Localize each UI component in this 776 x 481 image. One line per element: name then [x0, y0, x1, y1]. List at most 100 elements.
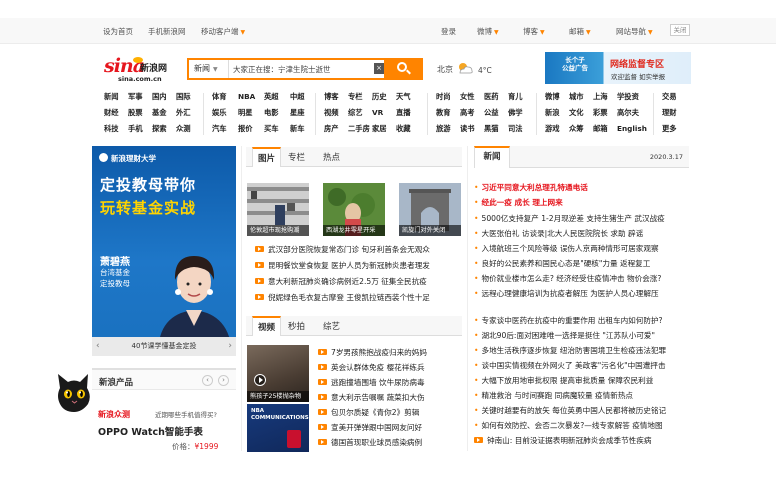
zhongce-link[interactable]: 新浪众测	[98, 409, 130, 420]
nav-link[interactable]: 司法	[508, 124, 523, 134]
list-item[interactable]: • 大医张伯礼 访谈录|北大人民医院院长 求助 辟谣	[474, 228, 643, 239]
list-item[interactable]: 宣美开弹弹跟中国网友问好	[318, 422, 422, 433]
list-item[interactable]: 逃跑撞墙围墙 饮牛尿防病毒	[318, 377, 425, 388]
news-link[interactable]: 良好的公民素养和国民心态是"硬核"力量 返程复工	[481, 259, 650, 268]
product-title-link[interactable]: OPPO Watch智能手表	[98, 424, 203, 438]
mobile-client-menu[interactable]: 移动客户端 ▼	[201, 26, 245, 37]
nav-link[interactable]: 直播	[396, 108, 411, 118]
nav-link[interactable]: 博客	[324, 92, 339, 102]
nav-link[interactable]: 交易	[662, 92, 677, 102]
sina-logo[interactable]: sina 新浪网 sina.com.cn	[104, 55, 170, 83]
nav-link[interactable]: 时尚	[436, 92, 451, 102]
nav-link[interactable]: 旅游	[436, 124, 451, 134]
nav-link[interactable]: 育儿	[508, 92, 523, 102]
nav-link[interactable]: 基金	[152, 108, 167, 118]
carousel-prev-icon[interactable]: ‹	[96, 337, 100, 356]
news-link[interactable]: 意大利示告嘱嘱 蔬菜扣大伤	[331, 393, 425, 402]
nav-link[interactable]: 视频	[324, 108, 339, 118]
nav-link[interactable]: VR	[372, 108, 383, 117]
nav-link[interactable]: 星座	[290, 108, 305, 118]
nav-link[interactable]: 佛学	[508, 108, 523, 118]
list-item[interactable]: • 良好的公民素养和国民心态是"硬核"力量 返程复工	[474, 258, 650, 269]
news-link[interactable]: 5000亿支持复产 1-2月现逆差 支持生猪生产 武汉战疫	[481, 214, 664, 223]
nav-link[interactable]: 教育	[436, 108, 451, 118]
nav-link[interactable]: 娱乐	[212, 108, 227, 118]
list-item[interactable]: • 湖北90后:面对困难唯一选择是挺住 "江苏队小可爱"	[474, 330, 655, 341]
more-menu[interactable]: 更多	[662, 124, 677, 134]
news-link[interactable]: 英会认群体免疫 樱花祥练兵	[331, 363, 425, 372]
news-link[interactable]: 多地生活秩序逐步恢复 纽治防害国境卫生检疫违法犯罪	[481, 346, 666, 355]
list-item[interactable]: 意大利示告嘱嘱 蔬菜扣大伤	[318, 392, 425, 403]
list-item[interactable]: • 入境航班三个风险等级 误伤人京两种情形可居家观察	[474, 243, 659, 254]
close-button[interactable]: 关闭	[670, 24, 690, 36]
list-item[interactable]: • 5000亿支持复产 1-2月现逆差 支持生猪生产 武汉战疫	[474, 213, 665, 224]
news-link[interactable]: 专家谈中医药在抗疫中的重要作用 出租车内如何防护?	[481, 316, 662, 325]
nav-link[interactable]: 报价	[238, 124, 253, 134]
nav-link[interactable]: 收藏	[396, 124, 411, 134]
list-item[interactable]: • 多地生活秩序逐步恢复 纽治防害国境卫生检疫违法犯罪	[474, 345, 666, 356]
nav-link[interactable]: 汽车	[212, 124, 227, 134]
nav-link[interactable]: 彩票	[593, 108, 608, 118]
nav-link[interactable]: 女性	[460, 92, 475, 102]
search-button[interactable]	[384, 58, 423, 80]
headline-link[interactable]: 经此一疫 成长 理上网来	[481, 198, 562, 207]
news-link[interactable]: 逃跑撞墙围墙 饮牛尿防病毒	[331, 378, 425, 387]
nav-link[interactable]: 明星	[238, 108, 253, 118]
nav-link[interactable]: 专栏	[348, 92, 363, 102]
nav-link[interactable]: 高考	[460, 108, 475, 118]
nav-link[interactable]: 微博	[545, 92, 560, 102]
nav-link[interactable]: 外汇	[176, 108, 191, 118]
nav-link[interactable]: 众测	[176, 124, 191, 134]
list-item[interactable]: • 如何有效防控、会否二次暴发?—线专家解答 疫情地图	[474, 420, 663, 431]
nav-link[interactable]: 电影	[264, 108, 279, 118]
search-category-select[interactable]: 新闻 ▼	[189, 60, 229, 78]
nav-link[interactable]: 体育	[212, 92, 227, 102]
list-item[interactable]: • 物价就业楼市怎么走? 经济经受住疫情冲击 物价会涨?	[474, 273, 661, 284]
list-item[interactable]: • 远程心理健康培训为抗疫者解压 为医护人员心理解压	[474, 288, 659, 299]
news-link[interactable]: 湖北90后:面对困难唯一选择是挺住 "江苏队小可爱"	[481, 331, 655, 340]
news-link[interactable]: 大医张伯礼 访谈录|北大人民医院院长 求助 辟谣	[481, 229, 643, 238]
zhongce-subtitle[interactable]: 近期哪些手机值得买?	[155, 409, 217, 419]
list-item[interactable]: 英会认群体免疫 樱花祥练兵	[318, 362, 425, 373]
news-link[interactable]: 精准救治 与时间赛跑 同病魔较量 疫情新热点	[481, 391, 633, 400]
news-link[interactable]: 7岁男孩熊抱战疫归来的妈妈	[331, 348, 427, 357]
finance-university-ad[interactable]: 新浪理财大学 定投教母带你 玩转基金实战 萧碧燕 台湾基金 定投教母	[92, 146, 236, 356]
chevron-left-icon[interactable]: ‹	[202, 375, 213, 386]
tab-video[interactable]: 视频	[252, 316, 282, 336]
blog-menu[interactable]: 博客 ▼	[523, 26, 545, 37]
nav-link[interactable]: 股票	[128, 108, 143, 118]
news-link[interactable]: 谈中国实情视频在外网火了 美政客"污名化"中国遭抨击	[481, 361, 665, 370]
nav-link[interactable]: 家居	[372, 124, 387, 134]
carousel-next-icon[interactable]: ›	[228, 337, 232, 356]
clear-icon[interactable]: ×	[374, 63, 384, 74]
nav-link[interactable]: 高尔夫	[617, 108, 639, 118]
site-nav-menu[interactable]: 网站导航 ▼	[616, 26, 653, 37]
nav-link[interactable]: 买车	[264, 124, 279, 134]
nav-link[interactable]: 综艺	[348, 108, 363, 118]
photo-thumbnail[interactable]: 凯旋门对外关闭	[399, 183, 461, 236]
news-link[interactable]: 钟南山: 目前没证据表明新冠肺炎会成季节性疾病	[487, 436, 651, 445]
list-item[interactable]: • 精准救治 与时间赛跑 同病魔较量 疫情新热点	[474, 390, 633, 401]
nav-link[interactable]: 文化	[569, 108, 584, 118]
tab-pictures[interactable]: 图片	[252, 147, 282, 167]
nav-link[interactable]: 天气	[396, 92, 411, 102]
photo-thumbnail[interactable]: 伦敦超市现抢购潮	[247, 183, 309, 236]
mail-menu[interactable]: 邮箱 ▼	[569, 26, 591, 37]
news-link[interactable]: 意大利新冠肺炎确诊病例近2.5万 征集全民抗疫	[268, 277, 427, 286]
news-link[interactable]: 倪妮绿色毛衣复古摩登 王俊凯拉链西装个性十足	[268, 293, 430, 302]
tab-hotspot[interactable]: 热点	[323, 151, 340, 163]
nav-link[interactable]: 二手房	[348, 124, 370, 134]
nav-link[interactable]: 新车	[290, 124, 305, 134]
news-link[interactable]: 入境航班三个风险等级 误伤人京两种情形可居家观察	[481, 244, 658, 253]
tab-variety[interactable]: 综艺	[323, 320, 340, 332]
top-ad-banner[interactable]: 长个子 公益广告 网络监督专区 欢迎监督 如实举报	[545, 52, 691, 84]
news-link[interactable]: 远程心理健康培训为抗疫者解压 为医护人员心理解压	[481, 289, 658, 298]
nav-link[interactable]: 历史	[372, 92, 387, 102]
list-item[interactable]: • 大幅下放用地审批权限 提高审批质量 保障农民利益	[474, 375, 653, 386]
nav-link[interactable]: 众筹	[569, 124, 584, 134]
list-item[interactable]: • 关键时越要有的放矢 每位英勇中国人民都将被历史铭记	[474, 405, 666, 416]
news-link[interactable]: 包贝尔质疑《青你2》剪辑	[331, 408, 419, 417]
news-link[interactable]: 昆明餐饮堂食恢复 医护人员为新冠肺炎患者理发	[268, 261, 430, 270]
news-link[interactable]: 如何有效防控、会否二次暴发?—线专家解答 疫情地图	[481, 421, 662, 430]
login-link[interactable]: 登录	[441, 26, 456, 37]
